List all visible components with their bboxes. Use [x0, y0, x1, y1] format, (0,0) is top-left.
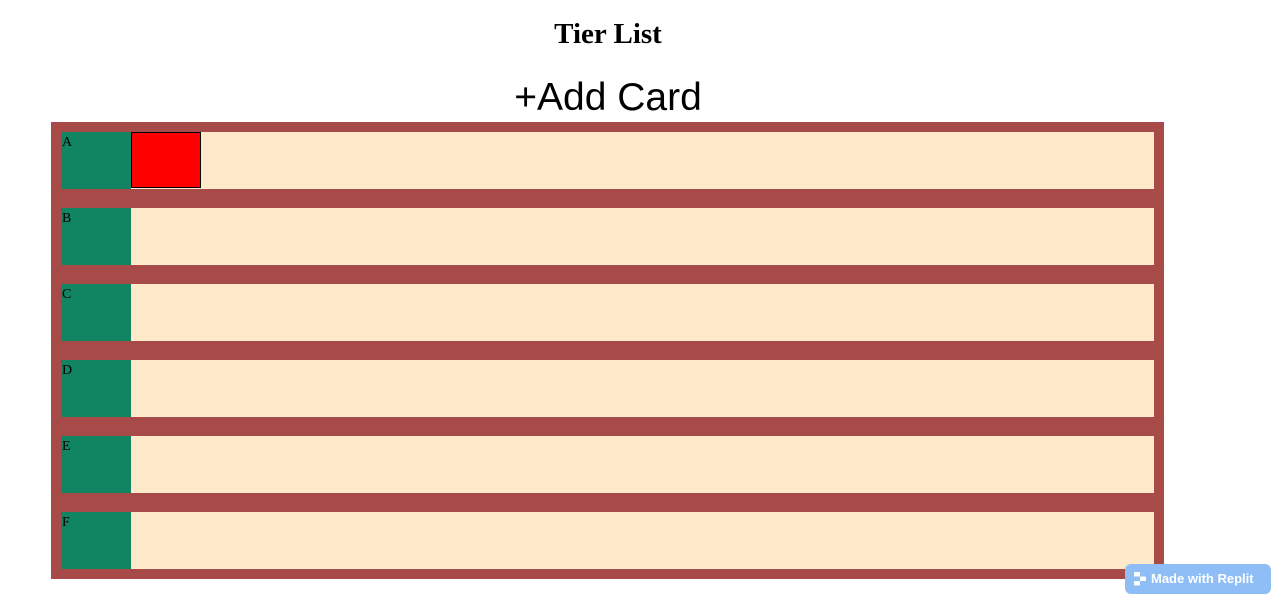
made-with-replit-badge[interactable]: Made with Replit: [1125, 564, 1271, 594]
replit-icon: [1134, 572, 1146, 586]
tier-row-a: A: [61, 132, 1154, 189]
card[interactable]: [131, 132, 201, 188]
tier-dropzone-f[interactable]: [131, 512, 1154, 569]
tier-dropzone-b[interactable]: [131, 208, 1154, 265]
tier-board: A B C D E F: [51, 122, 1164, 579]
page-title: Tier List: [554, 18, 662, 50]
tier-dropzone-a[interactable]: [131, 132, 1154, 189]
page: Tier List +Add Card A B C D E F Made wit…: [0, 0, 1281, 609]
tier-row-e: E: [61, 436, 1154, 493]
tier-row-d: D: [61, 360, 1154, 417]
tier-row-b: B: [61, 208, 1154, 265]
tier-label-d: D: [61, 360, 131, 417]
tier-label-b: B: [61, 208, 131, 265]
tier-label-a: A: [61, 132, 131, 189]
tier-row-f: F: [61, 512, 1154, 569]
tier-label-f: F: [61, 512, 131, 569]
add-card-button[interactable]: +Add Card: [0, 74, 1216, 122]
tier-label-c: C: [61, 284, 131, 341]
badge-label: Made with Replit: [1151, 571, 1254, 586]
tier-dropzone-e[interactable]: [131, 436, 1154, 493]
tier-label-e: E: [61, 436, 131, 493]
tier-dropzone-c[interactable]: [131, 284, 1154, 341]
tier-row-c: C: [61, 284, 1154, 341]
tier-dropzone-d[interactable]: [131, 360, 1154, 417]
